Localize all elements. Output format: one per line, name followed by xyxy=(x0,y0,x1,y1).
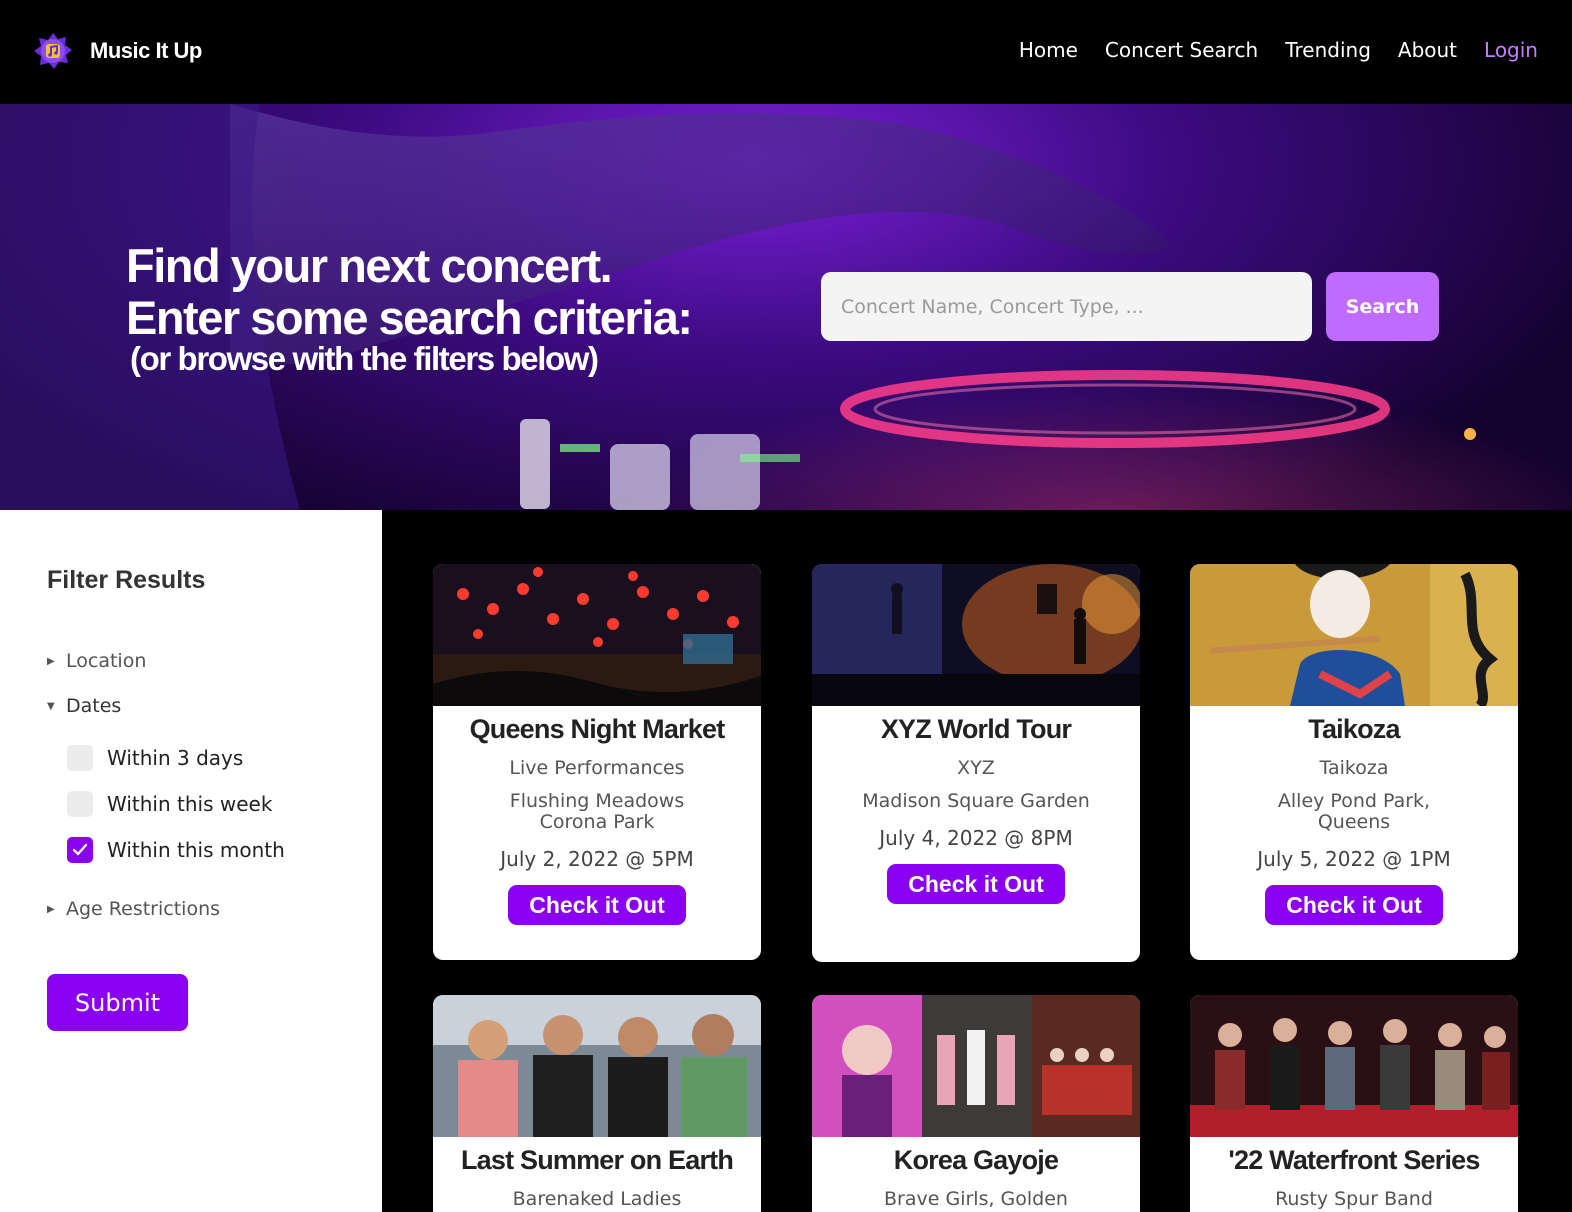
band-group-photo-image xyxy=(433,995,761,1137)
card-title: Taikoza xyxy=(1308,714,1400,744)
concert-card: XYZ World Tour XYZ Madison Square Garden… xyxy=(812,564,1140,962)
caret-right-icon: ▶ xyxy=(47,655,55,667)
card-venue: Flushing Meadows Corona Park xyxy=(509,790,685,833)
nav-login[interactable]: Login xyxy=(1484,38,1538,62)
card-date: July 2, 2022 @ 5PM xyxy=(500,847,694,871)
filter-sidebar: Filter Results ▶ Location ▼ Dates Within… xyxy=(0,510,382,1212)
nav-about[interactable]: About xyxy=(1398,38,1457,62)
hero-title: Find your next concert. Enter some searc… xyxy=(126,239,693,344)
concert-card: Queens Night Market Live Performances Fl… xyxy=(433,564,761,960)
check-it-out-button[interactable]: Check it Out xyxy=(887,864,1065,904)
hero-title-line-2: Enter some search criteria: xyxy=(126,291,693,344)
nav-concert-search[interactable]: Concert Search xyxy=(1105,38,1258,62)
card-type: Rusty Spur Band xyxy=(1275,1188,1433,1210)
country-band-stage-image xyxy=(1190,995,1518,1137)
date-option-3-days[interactable]: Within 3 days xyxy=(67,745,243,771)
check-it-out-button[interactable]: Check it Out xyxy=(1265,885,1443,925)
concert-stage-image xyxy=(812,564,1140,706)
checkbox-this-month[interactable] xyxy=(67,837,93,863)
card-type: XYZ xyxy=(957,757,995,779)
brand[interactable]: Music It Up xyxy=(32,30,202,72)
hero-title-line-1: Find your next concert. xyxy=(126,239,613,292)
card-date: July 4, 2022 @ 8PM xyxy=(879,826,1073,850)
concert-card: Last Summer on Earth Barenaked Ladies xyxy=(433,995,761,1212)
date-option-this-month[interactable]: Within this month xyxy=(67,837,285,863)
card-type: Brave Girls, Golden xyxy=(884,1188,1068,1210)
filter-age-toggle[interactable]: ▶ Age Restrictions xyxy=(47,898,220,920)
checkbox-this-week[interactable] xyxy=(67,791,93,817)
card-type: Taikoza xyxy=(1319,757,1389,779)
hero-subtitle: (or browse with the filters below) xyxy=(130,340,599,377)
nav-home[interactable]: Home xyxy=(1019,38,1078,62)
search-button[interactable]: Search xyxy=(1326,272,1439,341)
filter-location-toggle[interactable]: ▶ Location xyxy=(47,650,146,672)
filter-age-label: Age Restrictions xyxy=(66,898,221,920)
filter-dates-label: Dates xyxy=(66,695,122,717)
night-market-lanterns-image xyxy=(433,564,761,706)
submit-filters-button[interactable]: Submit xyxy=(47,974,188,1031)
date-option-label: Within this month xyxy=(107,838,285,862)
card-venue: Alley Pond Park, Queens xyxy=(1277,790,1431,833)
date-option-label: Within 3 days xyxy=(107,746,244,770)
card-date: July 5, 2022 @ 1PM xyxy=(1257,847,1451,871)
card-title: Queens Night Market xyxy=(469,714,726,744)
concert-card: '22 Waterfront Series Rusty Spur Band xyxy=(1190,995,1518,1212)
concert-card: Taikoza Taikoza Alley Pond Park, Queens … xyxy=(1190,564,1518,960)
hero-banner: Find your next concert. Enter some searc… xyxy=(0,104,1572,510)
card-type: Live Performances xyxy=(509,757,685,779)
card-type: Barenaked Ladies xyxy=(512,1188,682,1210)
concert-search-input[interactable] xyxy=(821,272,1312,341)
card-venue: Madison Square Garden xyxy=(862,790,1090,812)
caret-down-icon: ▼ xyxy=(47,700,55,712)
music-note-logo-icon xyxy=(32,30,74,72)
geisha-flute-poster-image xyxy=(1190,564,1518,706)
date-option-label: Within this week xyxy=(107,792,273,816)
date-option-this-week[interactable]: Within this week xyxy=(67,791,272,817)
filter-results-heading: Filter Results xyxy=(47,566,206,594)
checkbox-3-days[interactable] xyxy=(67,745,93,771)
card-title: Korea Gayoje xyxy=(893,1145,1059,1175)
check-it-out-button[interactable]: Check it Out xyxy=(508,885,686,925)
brand-name: Music It Up xyxy=(90,38,202,63)
kpop-collage-image xyxy=(812,995,1140,1137)
filter-dates-toggle[interactable]: ▼ Dates xyxy=(47,695,121,717)
main-nav: Home Concert Search Trending About Login xyxy=(1019,38,1538,62)
top-navbar: Music It Up Home Concert Search Trending… xyxy=(0,0,1572,104)
checkmark-icon xyxy=(72,843,88,856)
card-title: '22 Waterfront Series xyxy=(1228,1145,1480,1175)
filter-location-label: Location xyxy=(66,650,147,672)
concert-card: Korea Gayoje Brave Girls, Golden xyxy=(812,995,1140,1212)
card-title: XYZ World Tour xyxy=(880,714,1072,744)
card-title: Last Summer on Earth xyxy=(460,1145,734,1175)
nav-trending[interactable]: Trending xyxy=(1285,38,1371,62)
caret-right-icon: ▶ xyxy=(47,903,55,915)
